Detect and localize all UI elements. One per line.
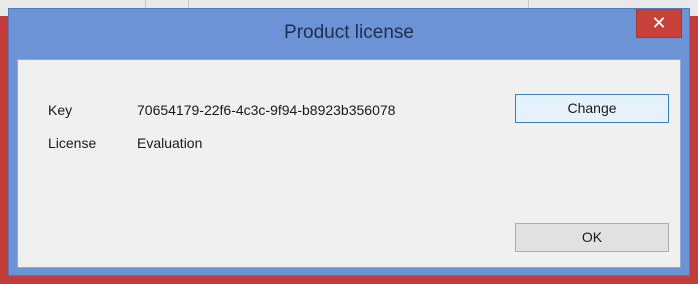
license-value: Evaluation <box>137 135 203 151</box>
close-icon: ✕ <box>651 13 667 33</box>
dialog-titlebar[interactable]: Product license ✕ <box>9 9 689 59</box>
key-label: Key <box>48 102 73 118</box>
dialog-content: Key 70654179-22f6-4c3c-9f94-b8923b356078… <box>17 59 681 268</box>
dialog-title: Product license <box>284 22 414 43</box>
key-value: 70654179-22f6-4c3c-9f94-b8923b356078 <box>137 102 396 118</box>
license-label: License <box>48 135 97 151</box>
change-button[interactable]: Change <box>515 94 669 123</box>
ok-button[interactable]: OK <box>515 223 669 252</box>
close-button[interactable]: ✕ <box>636 9 682 38</box>
product-license-dialog: Product license ✕ Key 70654179-22f6-4c3c… <box>8 8 690 276</box>
